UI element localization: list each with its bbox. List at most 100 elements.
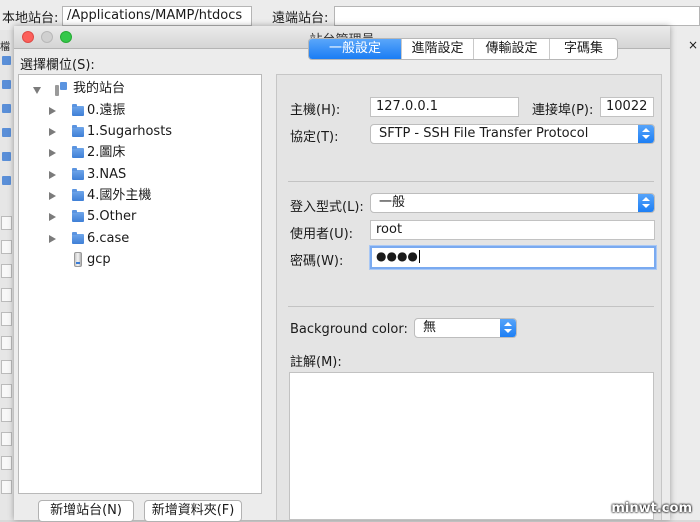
tree-folder-item[interactable]: 4.國外主機 <box>19 186 259 206</box>
select-entry-label: 選擇欄位(S): <box>20 58 95 73</box>
port-label: 連接埠(P): <box>532 103 594 118</box>
logon-type-select[interactable]: 一般 <box>370 193 655 213</box>
logon-type-label: 登入型式(L): <box>290 200 364 215</box>
logon-type-value: 一般 <box>379 195 406 210</box>
host-input[interactable]: 127.0.0.1 <box>370 97 519 117</box>
password-masked-value: ●●●● <box>376 249 418 263</box>
file-icon <box>1 240 12 254</box>
background-file-list-strip: 檔 <box>0 30 15 520</box>
tree-folder-item[interactable]: 3.NAS <box>19 165 259 185</box>
port-value: 10022 <box>606 99 648 114</box>
file-icon <box>1 432 12 446</box>
tree-folder-label: 4.國外主機 <box>87 188 152 203</box>
server-icon <box>74 252 82 267</box>
tree-folder-label: 1.Sugarhosts <box>87 124 173 139</box>
protocol-select[interactable]: SFTP - SSH File Transfer Protocol <box>370 124 655 144</box>
folder-icon <box>2 152 11 161</box>
tree-folder-label: 6.case <box>87 231 130 246</box>
password-label: 密碼(W): <box>290 254 344 269</box>
tree-folder-item[interactable]: 0.遠振 <box>19 101 259 121</box>
file-icon <box>1 456 12 470</box>
tree-folder-label: 0.遠振 <box>87 103 126 118</box>
file-icon <box>1 336 12 350</box>
folder-icon <box>2 176 11 185</box>
tree-folder-label: 5.Other <box>87 209 137 224</box>
file-icon <box>1 312 12 326</box>
folder-icon <box>2 104 11 113</box>
file-icon <box>1 264 12 278</box>
host-value: 127.0.0.1 <box>376 99 439 114</box>
comments-textarea[interactable] <box>289 372 654 520</box>
collapsed-arrow-icon[interactable] <box>49 149 56 157</box>
collapsed-arrow-icon[interactable] <box>49 107 56 115</box>
background-right-strip: × <box>670 30 700 520</box>
new-site-button[interactable]: 新增站台(N) <box>38 500 134 522</box>
tree-folder-item[interactable]: 2.圖床 <box>19 143 259 163</box>
local-site-path: /Applications/MAMP/htdocs <box>67 8 243 23</box>
chevron-updown-icon <box>638 125 654 143</box>
tab-charset[interactable]: 字碼集 <box>549 39 617 59</box>
tree-site-label: gcp <box>87 252 111 267</box>
chevron-updown-icon <box>638 194 654 212</box>
background-color-value: 無 <box>423 320 437 335</box>
folder-icon <box>72 146 84 158</box>
protocol-value: SFTP - SSH File Transfer Protocol <box>379 126 589 141</box>
background-column-label: 檔 <box>0 42 10 53</box>
file-icon <box>1 384 12 398</box>
tree-folder-label: 3.NAS <box>87 167 127 182</box>
host-label: 主機(H): <box>290 103 341 118</box>
file-icon <box>1 360 12 374</box>
file-icon <box>1 480 12 494</box>
folder-icon <box>2 128 11 137</box>
file-icon <box>1 408 12 422</box>
expand-arrow-icon[interactable] <box>33 87 41 94</box>
background-color-select[interactable]: 無 <box>414 318 517 338</box>
file-icon <box>1 288 12 302</box>
sites-root-icon <box>55 82 69 96</box>
folder-icon <box>72 168 84 180</box>
chevron-updown-icon <box>500 319 516 337</box>
tree-site-item[interactable]: gcp <box>19 250 259 270</box>
tree-folder-item[interactable]: 6.case <box>19 229 259 249</box>
folder-icon <box>72 232 84 244</box>
settings-tabs: 一般設定 進階設定 傳輸設定 字碼集 <box>308 38 618 60</box>
folder-icon <box>72 125 84 137</box>
collapsed-arrow-icon[interactable] <box>49 171 56 179</box>
local-site-label: 本地站台: <box>2 11 59 26</box>
collapsed-arrow-icon[interactable] <box>49 213 56 221</box>
local-site-path-combo[interactable]: /Applications/MAMP/htdocs <box>62 6 252 26</box>
user-label: 使用者(U): <box>290 227 354 242</box>
port-input[interactable]: 10022 <box>600 97 654 117</box>
text-caret <box>418 250 420 263</box>
watermark: minwt.com <box>611 501 692 516</box>
tree-root-my-sites[interactable]: 我的站台 <box>19 79 259 99</box>
file-icon <box>1 216 12 230</box>
password-input[interactable]: ●●●● <box>370 246 656 269</box>
remote-site-label: 遠端站台: <box>272 11 329 26</box>
tree-folder-item[interactable]: 1.Sugarhosts <box>19 122 259 142</box>
user-input[interactable]: root <box>370 220 655 240</box>
tab-transfer-settings[interactable]: 傳輸設定 <box>473 39 549 59</box>
remote-site-path-combo[interactable] <box>334 6 700 26</box>
collapsed-arrow-icon[interactable] <box>49 128 56 136</box>
user-value: root <box>376 222 403 237</box>
divider <box>288 306 654 307</box>
folder-icon <box>72 210 84 222</box>
folder-icon <box>72 104 84 116</box>
divider <box>288 181 654 182</box>
tab-general[interactable]: 一般設定 <box>309 39 401 59</box>
folder-icon <box>2 56 11 65</box>
tree-folder-item[interactable]: 5.Other <box>19 207 259 227</box>
close-icon[interactable]: × <box>688 38 698 52</box>
site-tree[interactable]: 我的站台 0.遠振 1.Sugarhosts 2.圖床 3.NAS 4.國外主機 <box>18 74 262 494</box>
tab-advanced[interactable]: 進階設定 <box>401 39 473 59</box>
background-color-label: Background color: <box>290 322 408 337</box>
collapsed-arrow-icon[interactable] <box>49 235 56 243</box>
collapsed-arrow-icon[interactable] <box>49 192 56 200</box>
folder-icon <box>72 189 84 201</box>
tree-root-label: 我的站台 <box>73 81 126 96</box>
protocol-label: 協定(T): <box>290 130 339 145</box>
tree-folder-label: 2.圖床 <box>87 145 126 160</box>
new-folder-button[interactable]: 新增資料夾(F) <box>144 500 242 522</box>
folder-icon <box>2 80 11 89</box>
